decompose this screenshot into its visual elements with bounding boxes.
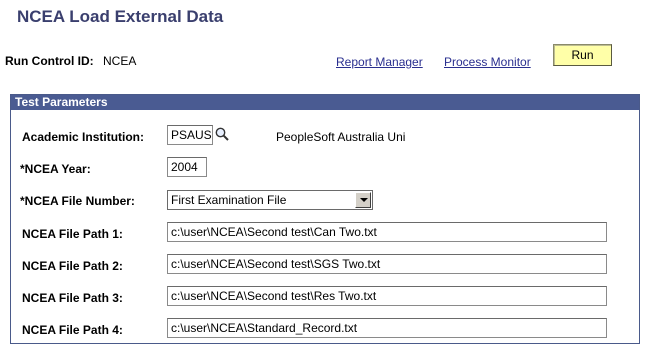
academic-institution-input[interactable]: PSAUS xyxy=(167,125,213,145)
ncea-year-input[interactable]: 2004 xyxy=(167,157,207,177)
ncea-file-number-selected: First Examination File xyxy=(171,193,287,207)
file-path-3-label: NCEA File Path 3: xyxy=(22,291,123,305)
ncea-file-number-label: *NCEA File Number: xyxy=(20,194,135,208)
run-button[interactable]: Run xyxy=(553,44,612,66)
search-icon[interactable] xyxy=(214,126,230,142)
file-path-1-input[interactable]: c:\user\NCEA\Second test\Can Two.txt xyxy=(167,222,607,242)
page-title: NCEA Load External Data xyxy=(17,7,224,26)
ncea-year-label: *NCEA Year: xyxy=(20,162,91,176)
file-path-4-label: NCEA File Path 4: xyxy=(22,323,123,337)
academic-institution-description: PeopleSoft Australia Uni xyxy=(276,130,406,144)
chevron-down-icon[interactable] xyxy=(355,192,371,208)
report-manager-link[interactable]: Report Manager xyxy=(336,55,423,69)
process-monitor-link[interactable]: Process Monitor xyxy=(444,55,531,69)
file-path-2-label: NCEA File Path 2: xyxy=(22,259,123,273)
run-control-label: Run Control ID: xyxy=(5,54,94,68)
run-control-value: NCEA xyxy=(103,54,137,68)
academic-institution-label: Academic Institution: xyxy=(22,130,145,144)
file-path-4-input[interactable]: c:\user\NCEA\Standard_Record.txt xyxy=(167,318,607,338)
file-path-3-input[interactable]: c:\user\NCEA\Second test\Res Two.txt xyxy=(167,286,607,306)
file-path-2-input[interactable]: c:\user\NCEA\Second test\SGS Two.txt xyxy=(167,254,607,274)
ncea-file-number-select[interactable]: First Examination File xyxy=(167,190,373,210)
file-path-1-label: NCEA File Path 1: xyxy=(22,227,123,241)
test-parameters-header: Test Parameters xyxy=(11,95,639,110)
